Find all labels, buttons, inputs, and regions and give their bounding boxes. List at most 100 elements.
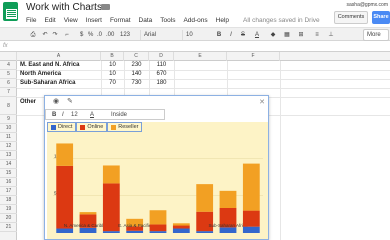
column-header-e[interactable]: E bbox=[174, 52, 227, 61]
bar-segment-direct[interactable] bbox=[102, 231, 120, 233]
chart-legend[interactable]: Direct Online Reseller bbox=[47, 122, 143, 132]
bar-segment-direct[interactable] bbox=[56, 228, 74, 233]
select-all-corner[interactable] bbox=[0, 52, 17, 61]
cell-value[interactable]: 230 bbox=[124, 61, 149, 70]
cell-value[interactable]: 730 bbox=[124, 79, 149, 88]
number-format-dropdown[interactable]: 123 bbox=[120, 30, 130, 40]
bar-segment-direct[interactable] bbox=[196, 231, 214, 233]
text-color-button[interactable]: A bbox=[252, 30, 262, 40]
bar-segment-online[interactable] bbox=[172, 225, 190, 229]
menu-edit[interactable]: Edit bbox=[44, 17, 55, 24]
legend-item-online[interactable]: Online bbox=[76, 122, 108, 132]
bar-segment-reseller[interactable] bbox=[196, 184, 214, 212]
column-header-c[interactable]: C bbox=[124, 52, 149, 61]
column-header-a[interactable]: A bbox=[17, 52, 101, 61]
eye-icon[interactable]: ◉ bbox=[53, 97, 59, 107]
column-header-b[interactable]: B bbox=[101, 52, 124, 61]
strikethrough-button[interactable]: S bbox=[238, 30, 248, 40]
menu-data[interactable]: Data bbox=[139, 17, 153, 24]
comments-button[interactable]: Comments bbox=[334, 11, 368, 24]
formula-bar[interactable]: fx bbox=[0, 42, 390, 52]
redo-icon[interactable]: ↷ bbox=[50, 30, 60, 40]
bar-segment-reseller[interactable] bbox=[172, 223, 190, 226]
fill-color-icon[interactable]: ◆ bbox=[268, 30, 278, 40]
align-icon[interactable]: ≡ bbox=[312, 30, 322, 40]
row-header[interactable]: 10 bbox=[0, 124, 17, 133]
bar-segment-direct[interactable] bbox=[219, 227, 237, 233]
row-header[interactable]: 17 bbox=[0, 187, 17, 196]
font-family-dropdown[interactable]: Arial bbox=[140, 30, 174, 40]
row-header[interactable]: 20 bbox=[0, 214, 17, 223]
cell-value[interactable]: 670 bbox=[149, 70, 174, 79]
column-header-d[interactable]: D bbox=[149, 52, 174, 61]
sheets-logo-icon[interactable] bbox=[3, 2, 18, 21]
bar-segment-direct[interactable] bbox=[149, 231, 167, 233]
row-header[interactable]: 11 bbox=[0, 133, 17, 142]
italic-button[interactable]: I bbox=[226, 30, 236, 40]
bar-segment-reseller[interactable] bbox=[219, 190, 237, 209]
cell-region[interactable]: Other bbox=[20, 98, 36, 107]
menu-addons[interactable]: Add-ons bbox=[183, 17, 207, 24]
vertical-align-icon[interactable]: ⊥ bbox=[326, 30, 336, 40]
row-header[interactable]: 4 bbox=[0, 61, 17, 70]
cell-value[interactable]: 110 bbox=[149, 61, 174, 70]
bar-segment-reseller[interactable] bbox=[149, 210, 167, 225]
bold-button[interactable]: B bbox=[214, 30, 224, 40]
bar-segment-online[interactable] bbox=[196, 211, 214, 232]
legend-item-direct[interactable]: Direct bbox=[47, 122, 77, 132]
bar-segment-direct[interactable] bbox=[126, 230, 144, 233]
menu-help[interactable]: Help bbox=[216, 17, 229, 24]
row-header[interactable]: 7 bbox=[0, 88, 17, 97]
bar-segment-reseller[interactable] bbox=[56, 143, 74, 166]
row-header[interactable]: 14 bbox=[0, 160, 17, 169]
star-icon[interactable]: ☆ bbox=[89, 2, 97, 13]
user-email[interactable]: sasha@gpmx.com bbox=[347, 2, 388, 8]
bar-segment-direct[interactable] bbox=[242, 226, 260, 233]
borders-icon[interactable]: ▦ bbox=[282, 30, 292, 40]
increase-decimal-button[interactable]: .00 bbox=[106, 30, 114, 40]
paint-format-icon[interactable]: ⌐ bbox=[62, 30, 72, 40]
legend-item-reseller[interactable]: Reseller bbox=[107, 122, 143, 132]
save-status[interactable]: All changes saved in Drive bbox=[243, 17, 320, 24]
pencil-icon[interactable]: ✎ bbox=[67, 97, 73, 107]
bar-segment-online[interactable] bbox=[56, 165, 74, 229]
menu-tools[interactable]: Tools bbox=[160, 17, 175, 24]
bar-segment-reseller[interactable] bbox=[79, 212, 97, 215]
more-button[interactable]: More bbox=[363, 29, 389, 41]
chart-italic-button[interactable]: I bbox=[62, 110, 64, 120]
chart-editor[interactable]: ◉ ✎ ✕ B I 12 A Inside 1,000500N. America… bbox=[44, 95, 269, 240]
chart-bold-button[interactable]: B bbox=[52, 110, 56, 120]
share-button[interactable]: Share bbox=[372, 11, 390, 24]
cell-region[interactable]: Sub-Saharan Africa bbox=[20, 79, 75, 88]
bar-segment-online[interactable] bbox=[242, 210, 260, 227]
print-icon[interactable]: ⎙ bbox=[28, 30, 38, 40]
row-header[interactable]: 12 bbox=[0, 142, 17, 151]
bar-segment-direct[interactable] bbox=[79, 227, 97, 233]
chart-text-color-button[interactable]: A bbox=[90, 110, 94, 120]
menu-file[interactable]: File bbox=[26, 17, 36, 24]
row-header[interactable]: 19 bbox=[0, 205, 17, 214]
close-icon[interactable]: ✕ bbox=[259, 98, 265, 106]
font-size-dropdown[interactable]: 10 bbox=[182, 30, 204, 40]
cell-value[interactable]: 180 bbox=[149, 79, 174, 88]
row-header[interactable]: 18 bbox=[0, 196, 17, 205]
stacked-bar-chart[interactable]: 1,000500N. America & CaribbeanE. Asia & … bbox=[47, 122, 268, 239]
undo-icon[interactable]: ↶ bbox=[40, 30, 50, 40]
cell-value[interactable]: 10 bbox=[101, 61, 124, 70]
cell-value[interactable]: 70 bbox=[101, 79, 124, 88]
cell-region[interactable]: North America bbox=[20, 70, 61, 79]
bar-segment-reseller[interactable] bbox=[242, 163, 260, 211]
folder-icon[interactable] bbox=[101, 4, 110, 10]
currency-format-button[interactable]: $ bbox=[80, 30, 83, 40]
bar-segment-online[interactable] bbox=[149, 224, 167, 232]
cell-value[interactable]: 10 bbox=[101, 70, 124, 79]
menu-format[interactable]: Format bbox=[110, 17, 131, 24]
cell-region[interactable]: M. East and N. Africa bbox=[20, 61, 79, 70]
row-header[interactable]: 21 bbox=[0, 223, 17, 232]
row-header[interactable]: 13 bbox=[0, 151, 17, 160]
menu-insert[interactable]: Insert bbox=[86, 17, 102, 24]
bar-segment-direct[interactable] bbox=[172, 228, 190, 233]
row-header[interactable]: 5 bbox=[0, 70, 17, 79]
row-header[interactable]: 8 bbox=[0, 97, 17, 115]
column-header-f[interactable]: F bbox=[227, 52, 280, 61]
